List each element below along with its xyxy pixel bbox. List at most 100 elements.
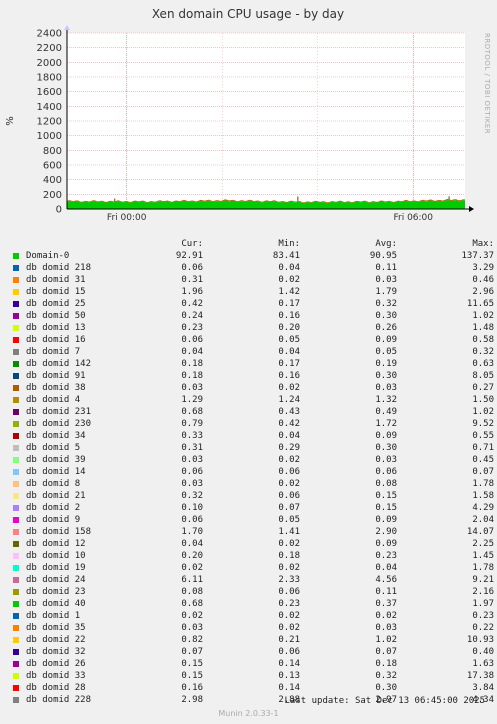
legend-series-name: db domid 50: [26, 311, 86, 321]
legend-max-value: 10.93: [466, 635, 494, 645]
legend-avg-value: 0.02: [375, 611, 397, 621]
legend-header-avg: Avg:: [375, 239, 397, 249]
legend-color-swatch: [13, 660, 19, 667]
legend-cur-value: 0.32: [181, 491, 203, 501]
legend-color-swatch: [13, 264, 19, 271]
legend-avg-value: 0.30: [375, 371, 397, 381]
legend-color-swatch: [13, 324, 19, 331]
legend-avg-value: 4.56: [375, 575, 397, 585]
legend-avg-value: 0.03: [375, 623, 397, 633]
y-tick-label: 0: [56, 205, 62, 216]
legend-min-value: 0.42: [278, 419, 300, 429]
legend-cur-value: 0.08: [181, 587, 203, 597]
legend-series-name: db domid 22: [26, 635, 86, 645]
legend-avg-value: 0.23: [375, 551, 397, 561]
legend-min-value: 0.02: [278, 539, 300, 549]
legend-max-value: 8.05: [472, 371, 494, 381]
legend-row: db domid 33 0.15 0.13 0.32 17.38: [10, 670, 494, 682]
legend-cur-value: 0.16: [181, 683, 203, 693]
legend-swatch-cell: [10, 610, 22, 622]
legend-cur-value: 1.70: [181, 527, 203, 537]
legend-series-name: db domid 1: [26, 611, 81, 621]
legend-color-swatch: [13, 420, 19, 427]
legend-max-value: 1.58: [472, 491, 494, 501]
legend-series-name: db domid 35: [26, 623, 86, 633]
legend-max-value: 0.58: [472, 335, 494, 345]
legend-swatch-cell: [10, 622, 22, 634]
legend-max-value: 14.07: [466, 527, 494, 537]
legend-row: db domid 9 0.06 0.05 0.09 2.04: [10, 514, 494, 526]
legend-max-value: 0.63: [472, 359, 494, 369]
legend-swatch-cell: [10, 274, 22, 286]
legend-row: db domid 38 0.03 0.02 0.03 0.27: [10, 382, 494, 394]
legend-row: db domid 10 0.20 0.18 0.23 1.45: [10, 550, 494, 562]
legend-color-swatch: [13, 432, 19, 439]
legend-color-swatch: [13, 288, 19, 295]
legend-color-swatch: [13, 696, 19, 703]
legend-max-value: 1.02: [472, 407, 494, 417]
legend-series-name: db domid 218: [26, 263, 92, 273]
legend-max-value: 3.29: [472, 263, 494, 273]
legend-cur-value: 0.82: [181, 635, 203, 645]
legend-avg-value: 1.02: [375, 635, 397, 645]
legend-min-value: 0.06: [278, 647, 300, 657]
legend-color-swatch: [13, 408, 19, 415]
legend-min-value: 2.33: [278, 575, 300, 585]
legend-series-name: db domid 4: [26, 395, 81, 405]
legend-row: db domid 231 0.68 0.43 0.49 1.02: [10, 406, 494, 418]
legend-max-value: 0.71: [472, 443, 494, 453]
legend-color-swatch: [13, 576, 19, 583]
legend-color-swatch: [13, 648, 19, 655]
legend-swatch-cell: [10, 298, 22, 310]
legend-color-swatch: [13, 600, 19, 607]
legend-avg-value: 0.32: [375, 671, 397, 681]
legend-cur-value: 0.06: [181, 335, 203, 345]
legend-max-value: 1.78: [472, 563, 494, 573]
legend-swatch-cell: [10, 406, 22, 418]
legend-series-name: Domain-0: [26, 251, 70, 261]
legend-swatch-cell: [10, 538, 22, 550]
y-axis-label: %: [5, 116, 16, 126]
legend-series-name: db domid 34: [26, 431, 86, 441]
legend-series-name: db domid 13: [26, 323, 86, 333]
legend-row: db domid 142 0.18 0.17 0.19 0.63: [10, 358, 494, 370]
legend-cur-value: 0.03: [181, 623, 203, 633]
legend-max-value: 2.16: [472, 587, 494, 597]
legend-max-value: 2.04: [472, 515, 494, 525]
legend-color-swatch: [13, 624, 19, 631]
legend-cur-value: 0.42: [181, 299, 203, 309]
y-tick-label: 2400: [37, 29, 62, 40]
legend-cur-value: 0.03: [181, 455, 203, 465]
legend-row: db domid 7 0.04 0.04 0.05 0.32: [10, 346, 494, 358]
legend-color-swatch: [13, 456, 19, 463]
legend-max-value: 3.84: [472, 683, 494, 693]
legend-max-value: 17.38: [466, 671, 494, 681]
legend-cur-value: 0.03: [181, 383, 203, 393]
legend-avg-value: 0.30: [375, 311, 397, 321]
legend-swatch-cell: [10, 250, 22, 262]
legend-avg-value: 0.26: [375, 323, 397, 333]
legend-avg-value: 0.06: [375, 467, 397, 477]
y-tick-label: 2200: [37, 43, 62, 54]
legend-min-value: 0.23: [278, 599, 300, 609]
legend-color-swatch: [13, 336, 19, 343]
legend-row: db domid 5 0.31 0.29 0.30 0.71: [10, 442, 494, 454]
legend-max-value: 9.21: [472, 575, 494, 585]
legend-min-value: 0.06: [278, 467, 300, 477]
legend-swatch-cell: [10, 322, 22, 334]
legend-max-value: 2.25: [472, 539, 494, 549]
legend-min-value: 0.04: [278, 263, 300, 273]
legend-max-value: 0.40: [472, 647, 494, 657]
legend-max-value: 0.22: [472, 623, 494, 633]
y-tick-label: 1000: [37, 131, 62, 142]
legend-min-value: 0.02: [278, 611, 300, 621]
legend-swatch-cell: [10, 694, 22, 706]
legend-min-value: 0.02: [278, 479, 300, 489]
legend-max-value: 0.27: [472, 383, 494, 393]
legend-swatch-cell: [10, 574, 22, 586]
legend-series-name: db domid 38: [26, 383, 86, 393]
y-tick-label: 200: [43, 190, 62, 201]
legend-avg-value: 90.95: [369, 251, 397, 261]
legend-swatch-cell: [10, 478, 22, 490]
legend-swatch-cell: [10, 502, 22, 514]
